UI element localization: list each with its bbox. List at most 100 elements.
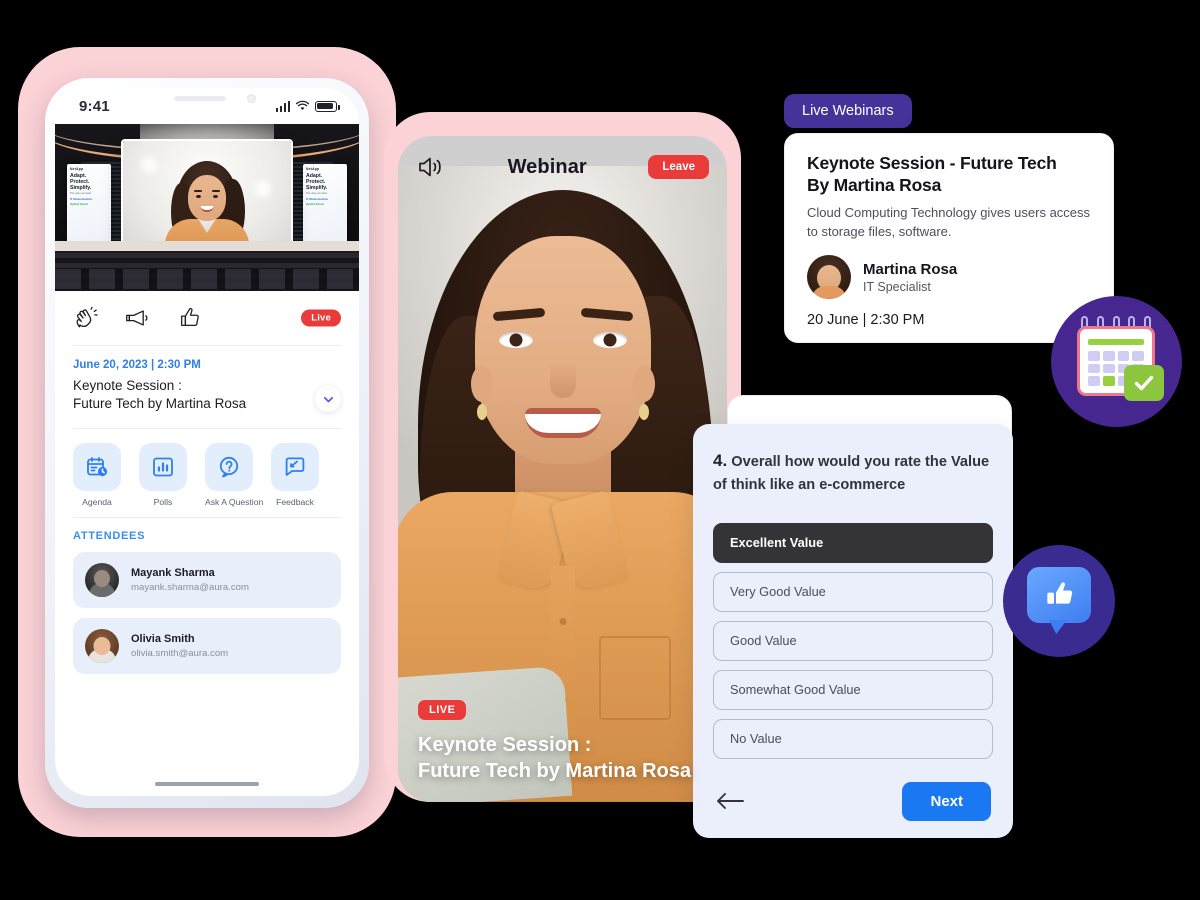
- speaker-volume-icon[interactable]: [416, 154, 446, 180]
- arrow-left-icon[interactable]: [715, 791, 745, 811]
- stage-floor: [55, 241, 359, 291]
- survey-option[interactable]: Excellent Value: [713, 522, 993, 563]
- composite-scene: 9:41 NetApp Adapt. Protect. Simplify. Th…: [0, 0, 1200, 900]
- battery-icon: [315, 100, 340, 112]
- leave-button[interactable]: Leave: [648, 155, 709, 179]
- live-pill-badge: Live: [301, 309, 341, 327]
- figure-eye: [196, 195, 201, 198]
- like-bubble: [1027, 567, 1091, 623]
- attendee-row[interactable]: Mayank Sharma mayank.sharma@aura.com: [73, 552, 341, 609]
- notch-speaker: [174, 96, 226, 101]
- phone-left-content: Live June 20, 2023 | 2:30 PM Keynote Ses…: [55, 291, 359, 675]
- stage-light: [255, 181, 271, 197]
- phone-left-screen: 9:41 NetApp Adapt. Protect. Simplify. Th…: [55, 88, 359, 796]
- attendees-header: ATTENDEES: [73, 530, 146, 543]
- action-polls[interactable]: Polls: [139, 443, 187, 507]
- session-expand-button[interactable]: [315, 386, 341, 413]
- figure-smile: [200, 206, 214, 212]
- calendar-header-strip: [1088, 339, 1144, 345]
- page-title: Webinar: [507, 155, 587, 178]
- attendee-info: Olivia Smith olivia.smith@aura.com: [131, 633, 228, 659]
- avatar: [807, 255, 851, 299]
- reaction-bar: Live: [73, 291, 341, 345]
- speaker-eye: [592, 332, 627, 348]
- check-badge: [1124, 365, 1164, 401]
- caption-line-2: Future Tech by Martina Rosa: [418, 760, 692, 782]
- calendar-check-icon: [1051, 296, 1182, 427]
- action-label: Agenda: [82, 497, 112, 508]
- keynote-speaker-role: IT Specialist: [863, 279, 931, 294]
- stage-light: [141, 157, 157, 173]
- action-feedback[interactable]: Feedback: [271, 443, 319, 507]
- chevron-down-icon: [323, 396, 333, 403]
- banner-brand: NetApp: [70, 167, 84, 172]
- webinar-topbar: Webinar Leave: [398, 136, 727, 198]
- survey-footer: Next: [713, 768, 993, 821]
- speaker-nose: [549, 362, 576, 398]
- speaker-ear: [632, 366, 655, 402]
- figure-brow: [212, 190, 220, 192]
- thumbs-up-glyph: [1047, 582, 1073, 604]
- attendee-info: Mayank Sharma mayank.sharma@aura.com: [131, 567, 249, 593]
- avatar: [85, 629, 119, 664]
- live-badge: LIVE: [418, 700, 467, 720]
- shirt-button: [559, 618, 566, 625]
- survey-question: 4. Overall how would you rate the Value …: [713, 448, 993, 497]
- speaker-face: [470, 236, 655, 464]
- banner-link-2: Hybrid Cloud: [306, 201, 324, 206]
- survey-option[interactable]: Good Value: [713, 620, 993, 661]
- notch-camera: [247, 94, 256, 103]
- action-label: Feedback: [276, 497, 314, 508]
- feedback-pencil-icon: [271, 443, 319, 492]
- action-agenda[interactable]: Agenda: [73, 443, 121, 507]
- thumbs-up-bubble-icon: [1003, 545, 1115, 657]
- keynote-speaker-info: Martina Rosa IT Specialist: [863, 261, 957, 294]
- phone-notch: [132, 88, 282, 110]
- keynote-speaker-name: Martina Rosa: [863, 260, 958, 278]
- session-title-line-1: Keynote Session :: [73, 378, 182, 393]
- action-ask-a-question[interactable]: Ask A Question: [205, 443, 263, 507]
- survey-card: 4. Overall how would you rate the Value …: [693, 424, 1013, 838]
- stage-video-screen: [123, 141, 291, 253]
- survey-option[interactable]: Somewhat Good Value: [713, 669, 993, 710]
- thumbs-up-icon[interactable]: [177, 306, 203, 330]
- attendee-name: Olivia Smith: [131, 633, 195, 646]
- quick-actions: Agenda Polls Ask A Question Feedback: [73, 429, 341, 517]
- keynote-card-description: Cloud Computing Technology gives users a…: [807, 205, 1091, 239]
- speaker-earring: [476, 404, 487, 420]
- attendee-name: Mayank Sharma: [131, 567, 215, 580]
- speaker-eye: [498, 332, 533, 348]
- webinar-stage-image: NetApp Adapt. Protect. Simplify. The way…: [55, 124, 359, 291]
- banner-line-3: Simplify.: [70, 185, 92, 192]
- figure-eye: [213, 195, 218, 198]
- next-button[interactable]: Next: [902, 781, 991, 821]
- wifi-icon: [295, 100, 310, 110]
- live-webinars-badge[interactable]: Live Webinars: [784, 94, 912, 128]
- session-summary: June 20, 2023 | 2:30 PM Keynote Session …: [73, 346, 341, 428]
- survey-question-number: 4.: [713, 451, 728, 470]
- megaphone-icon[interactable]: [125, 306, 151, 330]
- action-label: Polls: [153, 497, 173, 508]
- speaker-brow: [492, 307, 545, 322]
- question-circle-icon: [205, 443, 253, 492]
- survey-option[interactable]: Very Good Value: [713, 571, 993, 612]
- keynote-datetime: 20 June | 2:30 PM: [807, 312, 925, 328]
- clap-icon[interactable]: [73, 306, 99, 330]
- audience-seats: [55, 269, 359, 289]
- attendee-email: olivia.smith@aura.com: [131, 648, 229, 660]
- survey-option[interactable]: No Value: [713, 718, 993, 759]
- survey-question-text: Overall how would you rate the Value of …: [713, 454, 990, 494]
- attendee-row[interactable]: Olivia Smith olivia.smith@aura.com: [73, 618, 341, 675]
- home-indicator[interactable]: [155, 781, 259, 786]
- speaker-earring: [638, 404, 649, 420]
- keynote-card[interactable]: Keynote Session - Future Tech By Martina…: [784, 133, 1114, 343]
- session-title: Keynote Session : Future Tech by Martina…: [73, 377, 293, 413]
- video-caption: LIVE Keynote Session : Future Tech by Ma…: [398, 700, 727, 784]
- keynote-speaker: Martina Rosa IT Specialist: [807, 255, 1091, 299]
- status-icons: [275, 100, 340, 112]
- session-datetime: June 20, 2023 | 2:30 PM: [73, 359, 201, 371]
- speaker-mouth: [524, 408, 601, 438]
- status-time: 9:41: [79, 97, 110, 115]
- bar-chart-icon: [139, 443, 187, 492]
- banner-brand: NetApp: [306, 167, 320, 172]
